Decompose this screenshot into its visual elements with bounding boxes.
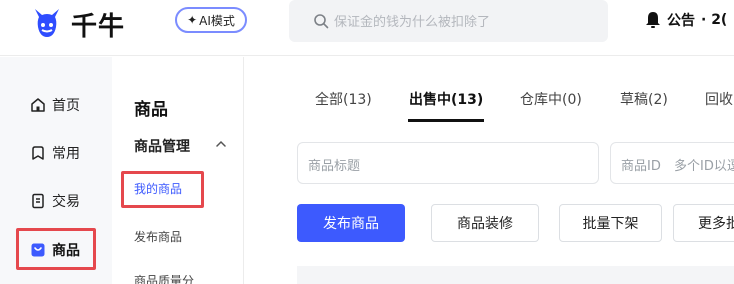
- ai-mode-label: AI模式: [199, 13, 235, 28]
- submenu-item-publish-product[interactable]: 发布商品: [134, 228, 182, 245]
- product-id-label: 商品ID: [621, 159, 661, 174]
- active-tab-indicator: [408, 119, 484, 122]
- product-id-placeholder: 多个ID以逗: [674, 159, 734, 174]
- search-input[interactable]: 保证金的钱为什么被扣除了: [289, 0, 608, 42]
- batch-offline-button[interactable]: 批量下架: [559, 204, 662, 242]
- sidebar-item-trade[interactable]: 交易: [30, 191, 80, 211]
- product-title-input[interactable]: 商品标题: [297, 142, 599, 184]
- tab-on-sale[interactable]: 出售中(13): [409, 89, 483, 109]
- sidebar-item-label: 首页: [52, 98, 80, 114]
- tab-in-warehouse[interactable]: 仓库中(0): [520, 89, 582, 109]
- chevron-up-icon[interactable]: [216, 140, 226, 148]
- product-title-placeholder: 商品标题: [308, 159, 361, 174]
- search-icon: [314, 14, 329, 29]
- primary-sidebar: 首页 常用 交易 商品: [0, 57, 112, 284]
- notice-link[interactable]: 公告 · 2(: [645, 10, 727, 30]
- home-icon: [31, 98, 45, 112]
- brand-name: 千牛: [71, 12, 126, 42]
- sparkle-icon: ✦: [187, 13, 198, 27]
- top-bar: 千牛 ✦ AI模式 保证金的钱为什么被扣除了 公告 · 2(: [0, 0, 734, 56]
- notice-extra: · 2(: [701, 12, 728, 28]
- bell-icon: [646, 12, 660, 28]
- sidebar-item-common[interactable]: 常用: [30, 143, 80, 163]
- search-placeholder: 保证金的钱为什么被扣除了: [334, 15, 491, 30]
- notice-label: 公告: [667, 13, 695, 29]
- product-id-input[interactable]: 商品ID 多个ID以逗: [610, 142, 734, 184]
- ai-mode-button[interactable]: ✦ AI模式: [175, 7, 247, 33]
- table-header: [297, 266, 734, 284]
- highlight-box: [16, 228, 96, 270]
- bookmark-icon: [32, 146, 44, 160]
- more-batch-button[interactable]: 更多批: [673, 204, 734, 242]
- sidebar-item-home[interactable]: 首页: [30, 95, 80, 115]
- menu-group-product-management[interactable]: 商品管理: [134, 136, 190, 156]
- main-content: 全部(13) 出售中(13) 仓库中(0) 草稿(2) 回收 商品标题 商品ID…: [245, 57, 734, 284]
- secondary-sidebar: 商品 商品管理 我的商品 发布商品 商品质量分: [112, 57, 244, 284]
- highlight-box: [121, 171, 204, 208]
- submenu-item-quality-score[interactable]: 商品质量分: [134, 272, 194, 284]
- tab-all[interactable]: 全部(13): [315, 89, 372, 109]
- tab-drafts[interactable]: 草稿(2): [620, 89, 668, 109]
- section-title: 商品: [134, 100, 168, 120]
- tab-recycle[interactable]: 回收: [705, 89, 733, 109]
- product-decorate-button[interactable]: 商品装修: [431, 204, 539, 242]
- publish-product-button[interactable]: 发布商品: [297, 204, 405, 242]
- sidebar-item-label: 交易: [52, 194, 80, 210]
- cow-logo-icon[interactable]: [32, 7, 62, 39]
- document-icon: [32, 193, 44, 209]
- sidebar-item-label: 常用: [52, 146, 80, 162]
